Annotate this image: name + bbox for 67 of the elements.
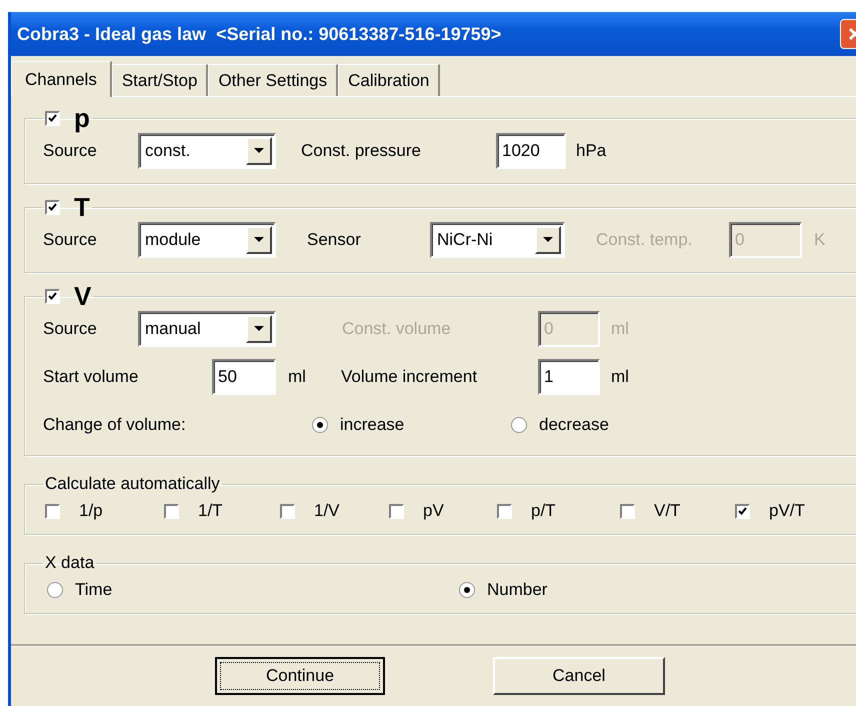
dropdown-value: const. (145, 141, 190, 161)
checkbox[interactable] (45, 200, 60, 214)
checkbox[interactable] (45, 504, 60, 518)
option-label: decrease (539, 415, 609, 435)
radio-button[interactable] (312, 417, 328, 433)
field-label: Source (43, 230, 97, 250)
radio-button[interactable] (511, 417, 527, 433)
field-label: Volume increment (341, 367, 478, 387)
field-label: Source (43, 319, 97, 339)
tab[interactable]: Other Settings (208, 64, 338, 96)
dropdown[interactable]: module (138, 222, 276, 258)
option-label: p/T (531, 501, 556, 521)
input-field[interactable]: 1020 (496, 133, 566, 169)
field-label: Start volume (43, 367, 138, 387)
dropdown-value: manual (145, 319, 201, 339)
option-label: 1/T (198, 501, 223, 521)
checkmark-icon (48, 203, 57, 211)
field-label: Source (43, 141, 97, 161)
field-label: Sensor (307, 230, 361, 250)
window-title: Cobra3 - Ideal gas law <Serial no.: 90613387-516-19759> (17, 24, 502, 44)
cancel-button[interactable]: Cancel (493, 657, 665, 695)
tab[interactable]: Start/Stop (112, 64, 208, 96)
checkbox[interactable] (45, 288, 60, 304)
channel-label: V (74, 283, 92, 309)
option-label: increase (340, 415, 404, 435)
field-label: Const. volume (342, 319, 451, 339)
checkmark-icon (738, 507, 747, 515)
tab[interactable]: Channels (11, 61, 112, 97)
option-label: 1/p (79, 501, 103, 521)
dropdown[interactable]: manual (138, 311, 276, 347)
field-label: Change of volume: (43, 415, 186, 435)
checkbox[interactable] (389, 504, 404, 518)
channel-label: T (74, 194, 90, 220)
unit-label: ml (611, 367, 629, 387)
checkmark-icon (48, 114, 57, 122)
option-label: pV (423, 501, 444, 521)
radio-button[interactable] (47, 582, 63, 598)
radio-button[interactable] (459, 582, 475, 598)
group-title: Calculate automatically (45, 474, 220, 494)
dropdown-value: NiCr-Ni (437, 230, 493, 250)
option-label: 1/V (314, 501, 340, 521)
option-label: V/T (654, 501, 680, 521)
unit-label: ml (288, 367, 306, 387)
option-label: Number (487, 580, 548, 600)
tab[interactable]: Calibration (338, 64, 440, 96)
checkbox[interactable] (620, 504, 635, 518)
unit-label: hPa (576, 141, 606, 161)
dropdown-value: module (145, 230, 201, 250)
group-title: X data (45, 553, 94, 573)
continue-button[interactable]: Continue (215, 657, 385, 695)
checkbox[interactable] (735, 504, 750, 518)
checkbox[interactable] (497, 504, 512, 518)
field-label: Const. pressure (301, 141, 421, 161)
checkbox[interactable] (45, 110, 60, 126)
unit-label: ml (611, 319, 629, 339)
unit-label: K (814, 230, 826, 250)
channel-label: p (74, 105, 90, 131)
dropdown[interactable]: NiCr-Ni (430, 222, 565, 258)
option-label: Time (75, 580, 112, 600)
input-field[interactable]: 50 (212, 359, 276, 395)
option-label: pV/T (769, 501, 805, 521)
checkmark-icon (48, 292, 57, 300)
checkbox[interactable] (164, 504, 179, 518)
checkbox[interactable] (280, 504, 295, 518)
field-label: Const. temp. (596, 230, 692, 250)
dropdown[interactable]: const. (138, 133, 276, 169)
input-field[interactable]: 1 (538, 359, 600, 395)
